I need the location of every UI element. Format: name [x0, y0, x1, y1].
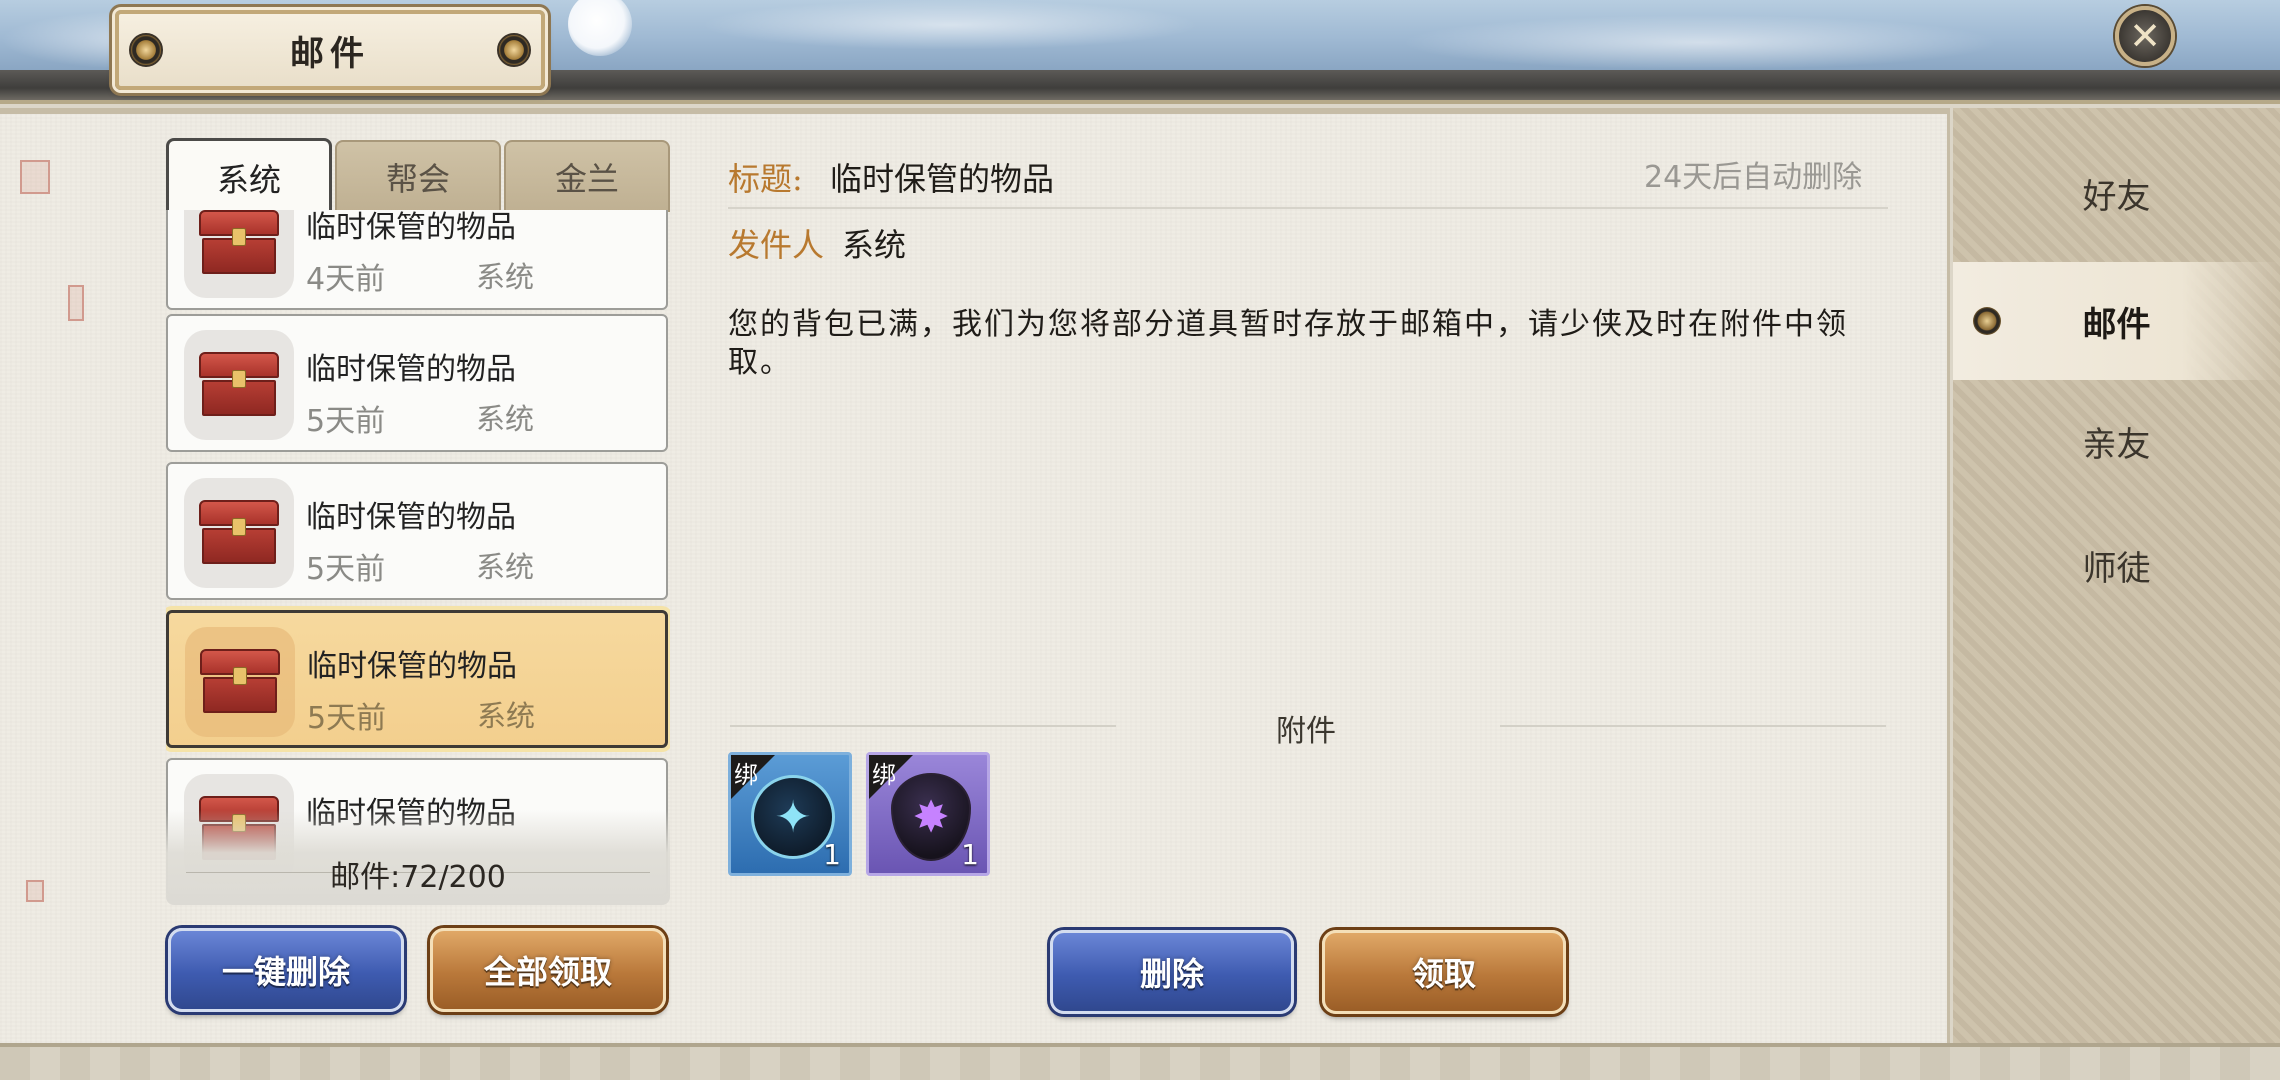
mail-item-sender: 系统	[477, 699, 536, 733]
mail-list[interactable]: 临时保管的物品 4天前 系统 临时保管的物品 5天前 系统 临时保管的物品 5天…	[166, 210, 670, 905]
attachment-slot[interactable]: ✸ 绑 1	[866, 752, 990, 876]
calligraphy-decoration	[30, 548, 44, 878]
footer-pattern	[0, 1043, 2280, 1080]
mail-body: 您的背包已满，我们为您将部分道具暂时存放于邮箱中，请少侠及时在附件中领取。	[728, 307, 1848, 380]
auto-delete-notice: 24天后自动删除	[1644, 160, 1863, 195]
chest-icon	[184, 478, 294, 588]
attachments-label: 附件	[1276, 714, 1336, 749]
attachment-slot[interactable]: ✦ 绑 1	[728, 752, 852, 876]
nav-mail[interactable]: 邮件	[1953, 262, 2280, 380]
divider	[730, 725, 1116, 727]
delete-all-button[interactable]: 一键删除	[168, 928, 404, 1012]
nav-label: 师徒	[2082, 548, 2151, 589]
mail-list-item[interactable]: 临时保管的物品 4天前 系统	[166, 210, 668, 310]
chest-icon	[185, 627, 295, 737]
mail-item-title: 临时保管的物品	[307, 649, 517, 684]
knot-ornament-icon	[497, 33, 531, 67]
mail-item-time: 5天前	[307, 701, 387, 736]
mail-list-item[interactable]: 临时保管的物品 5天前 系统	[166, 462, 668, 600]
knot-ornament-icon	[1973, 307, 2001, 335]
seal-stamp-decoration	[68, 285, 84, 321]
nav-friends[interactable]: 好友	[1953, 134, 2280, 252]
mail-item-title: 临时保管的物品	[306, 352, 516, 387]
divider	[1500, 725, 1886, 727]
mail-sender: 系统	[842, 226, 907, 264]
window-title-plaque: 邮件	[115, 10, 545, 90]
mail-item-sender: 系统	[476, 402, 535, 436]
seal-stamp-decoration	[20, 160, 50, 194]
nav-relatives[interactable]: 亲友	[1953, 382, 2280, 500]
mail-list-item-selected[interactable]: 临时保管的物品 5天前 系统	[166, 610, 668, 748]
mail-item-time: 5天前	[306, 404, 386, 439]
subject-label: 标题:	[728, 160, 803, 198]
social-side-nav: 好友 邮件 亲友 师徒	[1953, 108, 2280, 1043]
close-icon: ✕	[2129, 14, 2161, 58]
bound-tag: 绑	[734, 761, 758, 789]
mail-item-sender: 系统	[476, 260, 535, 294]
nav-mentorship[interactable]: 师徒	[1953, 506, 2280, 624]
knot-ornament-icon	[129, 33, 163, 67]
tab-sworn-brothers[interactable]: 金兰	[504, 140, 670, 212]
claim-button[interactable]: 领取	[1322, 930, 1566, 1014]
calligraphy-decoration	[30, 214, 44, 574]
mail-item-sender: 系统	[476, 550, 535, 584]
item-quantity: 1	[961, 838, 979, 871]
mail-item-time: 4天前	[306, 262, 386, 297]
nav-label: 好友	[2082, 176, 2151, 217]
tab-guild[interactable]: 帮会	[335, 140, 501, 212]
tab-system[interactable]: 系统	[166, 138, 332, 214]
nav-label: 邮件	[2082, 304, 2151, 345]
bound-tag: 绑	[872, 761, 896, 789]
sender-label: 发件人	[728, 226, 825, 264]
mail-item-title: 临时保管的物品	[306, 210, 516, 245]
calligraphy-decoration	[52, 300, 66, 470]
seal-stamp-decoration	[26, 880, 44, 902]
mail-category-tabs: 系统 帮会 金兰	[166, 138, 670, 214]
mail-item-time: 5天前	[306, 552, 386, 587]
close-button[interactable]: ✕	[2115, 6, 2175, 66]
nav-label: 亲友	[2082, 424, 2151, 465]
item-quantity: 1	[823, 838, 841, 871]
mail-item-title: 临时保管的物品	[306, 500, 516, 535]
delete-button[interactable]: 删除	[1050, 930, 1294, 1014]
mail-subject: 临时保管的物品	[830, 160, 1055, 198]
mail-count: 邮件:72/200	[330, 860, 506, 895]
claim-all-button[interactable]: 全部领取	[430, 928, 666, 1012]
window-title: 邮件	[290, 33, 370, 74]
chest-icon	[184, 210, 294, 298]
divider	[728, 207, 1888, 209]
chest-icon	[184, 330, 294, 440]
mail-list-item[interactable]: 临时保管的物品 5天前 系统	[166, 314, 668, 452]
